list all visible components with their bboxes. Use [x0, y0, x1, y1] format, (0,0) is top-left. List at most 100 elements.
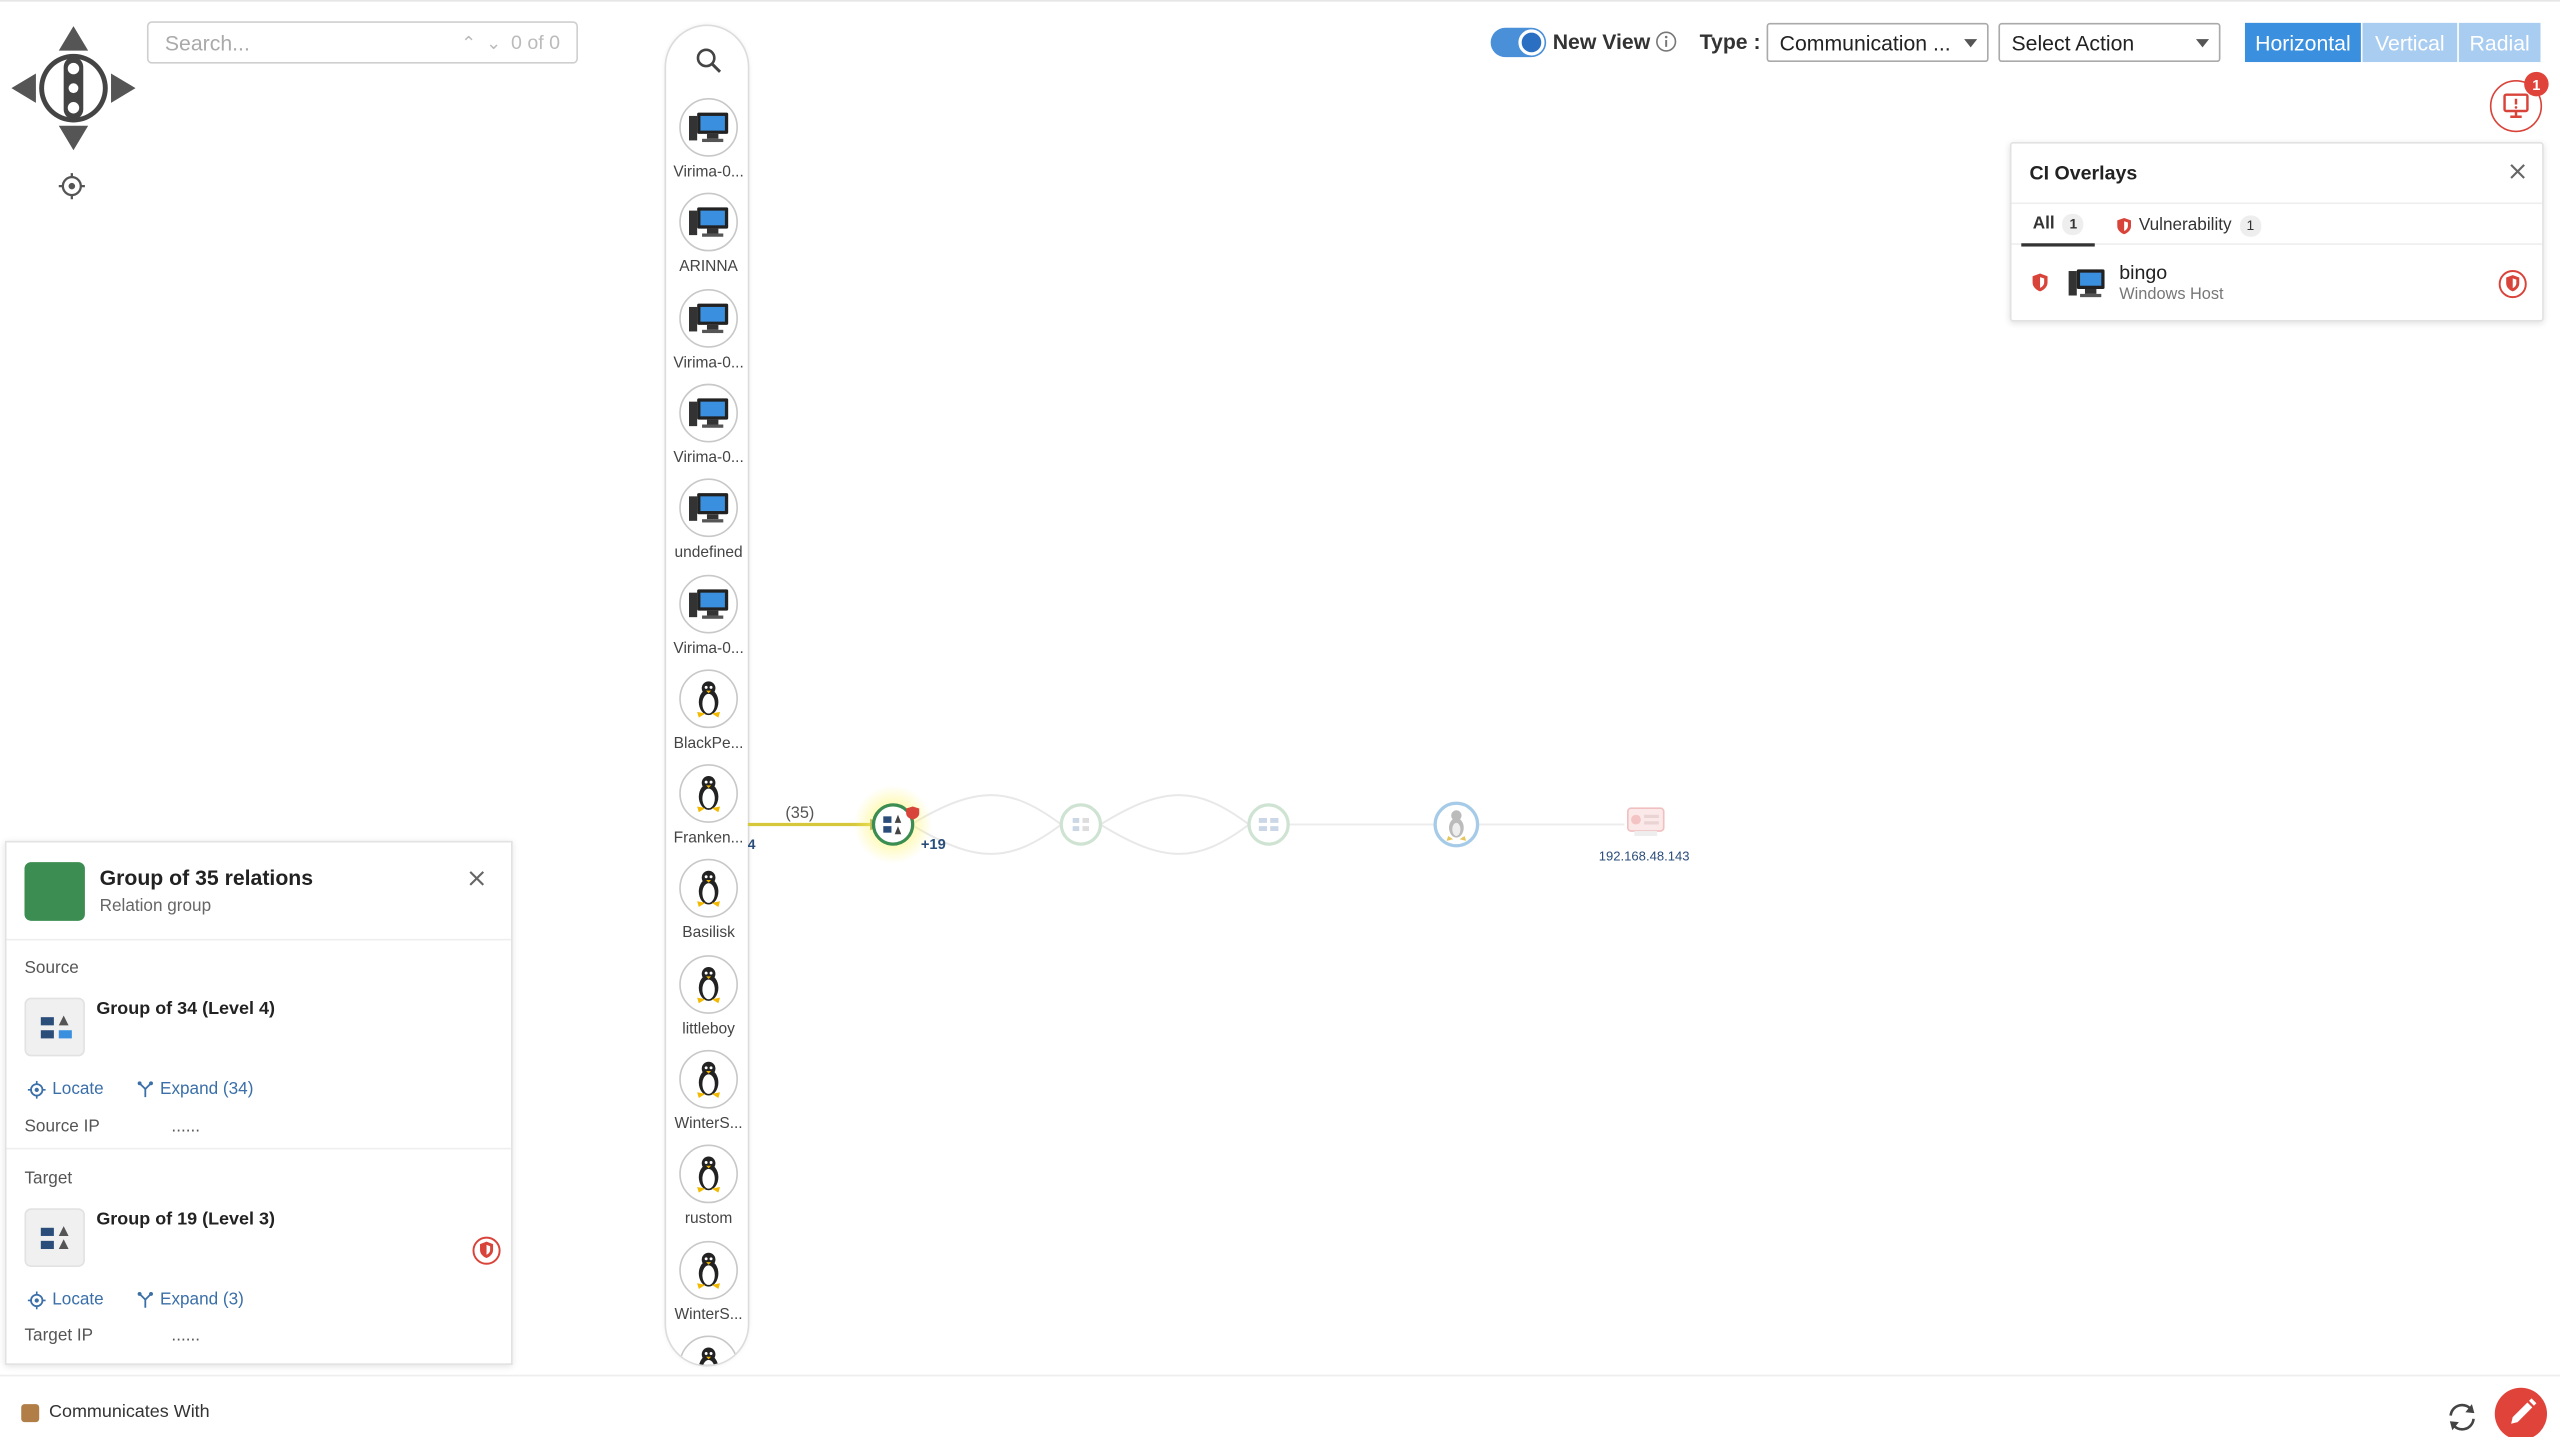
action-select[interactable]: Select Action	[1998, 22, 2221, 63]
layout-radial-button[interactable]: Radial	[2458, 22, 2541, 63]
linux-host-icon	[679, 859, 738, 919]
ci-strip-item[interactable]: BlackPe...	[666, 669, 748, 753]
ci-strip-item[interactable]: Basilisk	[666, 859, 748, 943]
new-view-toggle[interactable]	[1490, 27, 1547, 58]
linux-host-icon	[679, 764, 738, 824]
recenter-icon[interactable]	[57, 171, 86, 200]
ci-strip-item[interactable]	[666, 1335, 748, 1365]
close-icon[interactable]	[467, 867, 487, 887]
source-locate-label: Locate	[52, 1079, 104, 1099]
linux-host-icon	[679, 1145, 738, 1204]
pan-navigation-pad[interactable]	[10, 24, 137, 151]
ci-list-strip[interactable]: Virima-0... ARINNA Virima-0... Virima-0... u…	[664, 24, 750, 1367]
ci-strip-item-label: littleboy	[682, 1019, 735, 1038]
group-extra-count: +19	[921, 837, 946, 853]
legend-label: Communicates With	[48, 1402, 210, 1423]
ci-overlay-row[interactable]: bingo Windows Host	[2011, 248, 2542, 320]
relation-group-subtitle: Relation group	[99, 896, 212, 916]
ci-strip-item-label: WinterS...	[674, 1115, 743, 1134]
target-expand-button[interactable]: Expand (3)	[137, 1289, 244, 1310]
graph-edge[interactable]	[1099, 823, 1250, 855]
search-prev-next-icon[interactable]: ⌃ ⌄	[461, 32, 501, 53]
vulnerability-shield-icon[interactable]	[472, 1236, 501, 1265]
source-ip-label: Source IP	[24, 1116, 100, 1137]
tab-vulnerability-label: Vulnerability	[2138, 215, 2232, 236]
ci-strip-item-label: ARINNA	[679, 258, 738, 277]
search-placeholder: Search...	[164, 30, 250, 55]
source-section-label: Source	[24, 958, 79, 978]
ci-strip-item-label: Virima-0...	[673, 163, 744, 182]
chevron-down-icon	[1964, 39, 1978, 48]
windows-host-icon	[679, 97, 738, 157]
source-ip-value: ......	[171, 1116, 201, 1137]
graph-edge[interactable]	[910, 794, 1062, 826]
windows-host-icon	[679, 383, 738, 443]
target-group-icon	[24, 1208, 85, 1267]
ci-strip-item-label: Virima-0...	[673, 448, 744, 467]
graph-edge[interactable]	[1099, 794, 1250, 826]
tab-vulnerability[interactable]: Vulnerability 1	[2109, 204, 2267, 246]
network-device-node[interactable]	[1626, 807, 1665, 836]
source-group-name: Group of 34 (Level 4)	[96, 999, 275, 1019]
target-group-name: Group of 19 (Level 3)	[96, 1209, 275, 1230]
search-result-counter: 0 of 0	[510, 31, 561, 54]
group-node[interactable]	[1247, 803, 1290, 846]
ip-address-label: 192.168.48.143	[1599, 848, 1690, 863]
windows-host-icon	[679, 288, 738, 348]
linux-host-icon	[679, 669, 738, 728]
tab-all-count: 1	[2062, 213, 2085, 235]
ci-strip-item[interactable]: Franken...	[666, 764, 748, 848]
close-icon[interactable]	[2508, 160, 2528, 180]
ci-strip-item[interactable]: WinterS...	[666, 1049, 748, 1134]
ci-strip-item[interactable]: Virima-0...	[666, 288, 748, 372]
info-icon[interactable]	[1656, 31, 1677, 52]
windows-host-icon	[679, 193, 738, 252]
relation-group-title: Group of 35 relations	[99, 865, 314, 890]
relationship-graph[interactable]: (35) 4 +19 192.168.48.143	[747, 769, 1728, 900]
target-locate-button[interactable]: Locate	[27, 1290, 104, 1309]
vulnerability-shield-icon[interactable]	[2498, 269, 2527, 299]
group-node[interactable]	[1059, 803, 1103, 846]
target-ip-value: ......	[171, 1325, 201, 1346]
legend-swatch	[21, 1404, 40, 1423]
ci-strip-item[interactable]: undefined	[666, 478, 748, 562]
ci-strip-item-label: BlackPe...	[673, 734, 744, 753]
ci-strip-item[interactable]: ARINNA	[666, 193, 748, 277]
type-label: Type :	[1699, 29, 1761, 54]
source-group-icon	[24, 997, 85, 1057]
ci-overlays-title: CI Overlays	[2029, 161, 2138, 185]
ci-overlay-name: bingo	[2119, 261, 2168, 285]
source-expand-button[interactable]: Expand (34)	[137, 1079, 253, 1099]
ci-strip-item[interactable]: WinterS...	[666, 1240, 748, 1323]
target-ip-label: Target IP	[24, 1325, 94, 1346]
target-expand-label: Expand (3)	[160, 1289, 244, 1310]
shield-icon	[2032, 273, 2048, 292]
linux-host-icon	[679, 1240, 738, 1299]
new-view-label: New View	[1552, 29, 1651, 54]
expand-branch-icon	[137, 1291, 153, 1307]
legend-bar: Communicates With	[0, 1374, 2560, 1437]
type-select[interactable]: Communication ...	[1766, 22, 1989, 63]
ci-strip-item-label: Virima-0...	[673, 353, 744, 372]
action-select-value: Select Action	[2011, 30, 2135, 55]
edit-button[interactable]	[2494, 1387, 2548, 1437]
overlay-count-badge: 1	[2524, 71, 2549, 97]
layout-vertical-button[interactable]: Vertical	[2362, 22, 2458, 63]
graph-search-input[interactable]: Search... ⌃ ⌄ 0 of 0	[146, 21, 578, 64]
ci-overlays-panel: CI Overlays All 1 Vulnerability 1 bingo …	[2009, 142, 2544, 322]
ci-strip-item[interactable]: littleboy	[666, 954, 748, 1038]
ci-strip-item-label: undefined	[674, 543, 743, 562]
tab-all-label: All	[2032, 213, 2055, 234]
ci-strip-item[interactable]: Virima-0...	[666, 383, 748, 467]
tab-all[interactable]: All 1	[2021, 204, 2096, 247]
ci-strip-item[interactable]: Virima-0...	[666, 97, 748, 182]
relation-group-swatch	[24, 862, 85, 921]
linux-host-icon	[679, 1049, 738, 1109]
search-icon[interactable]	[694, 46, 723, 75]
ci-strip-item[interactable]: rustom	[666, 1145, 748, 1228]
layout-horizontal-button[interactable]: Horizontal	[2244, 22, 2361, 63]
pencil-icon	[2511, 1398, 2537, 1424]
refresh-icon[interactable]	[2444, 1399, 2480, 1435]
source-locate-button[interactable]: Locate	[27, 1079, 104, 1099]
ci-strip-item[interactable]: Virima-0...	[666, 573, 748, 657]
